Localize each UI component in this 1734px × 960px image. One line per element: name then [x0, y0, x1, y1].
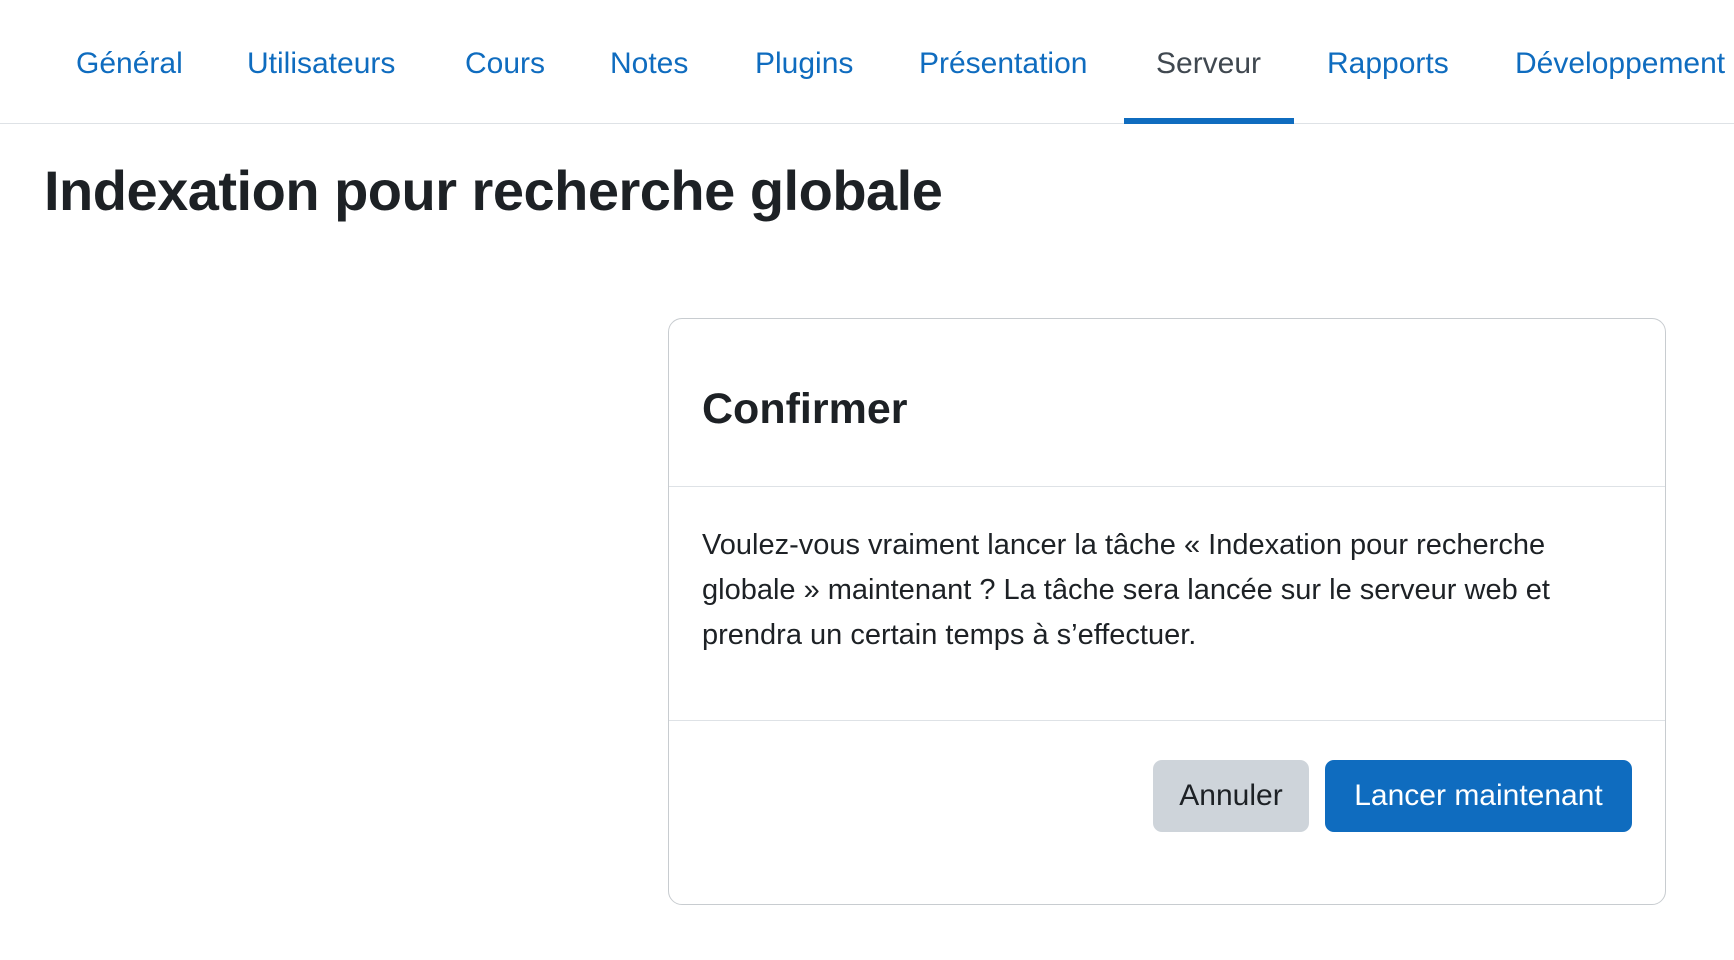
active-tab-indicator: [1124, 118, 1294, 124]
tab-reports[interactable]: Rapports: [1327, 0, 1449, 124]
tab-development[interactable]: Développement: [1515, 0, 1725, 124]
page-title: Indexation pour recherche globale: [44, 159, 943, 222]
dialog-message: Voulez-vous vraiment lancer la tâche « I…: [702, 529, 1550, 651]
dialog-header: Confirmer: [669, 319, 1665, 487]
tab-users[interactable]: Utilisateurs: [247, 0, 395, 124]
dialog-title: Confirmer: [702, 385, 908, 433]
tab-general[interactable]: Général: [76, 0, 183, 124]
tab-grades[interactable]: Notes: [610, 0, 688, 124]
primary-navigation: Général Utilisateurs Cours Notes Plugins…: [0, 0, 1734, 124]
cancel-button[interactable]: Annuler: [1153, 760, 1309, 832]
tab-courses[interactable]: Cours: [465, 0, 545, 124]
tab-appearance[interactable]: Présentation: [919, 0, 1087, 124]
dialog-body: Voulez-vous vraiment lancer la tâche « I…: [669, 487, 1665, 721]
tab-plugins[interactable]: Plugins: [755, 0, 853, 124]
confirm-dialog: Confirmer Voulez-vous vraiment lancer la…: [668, 318, 1666, 905]
run-now-button[interactable]: Lancer maintenant: [1325, 760, 1632, 832]
tab-server[interactable]: Serveur: [1156, 0, 1261, 124]
